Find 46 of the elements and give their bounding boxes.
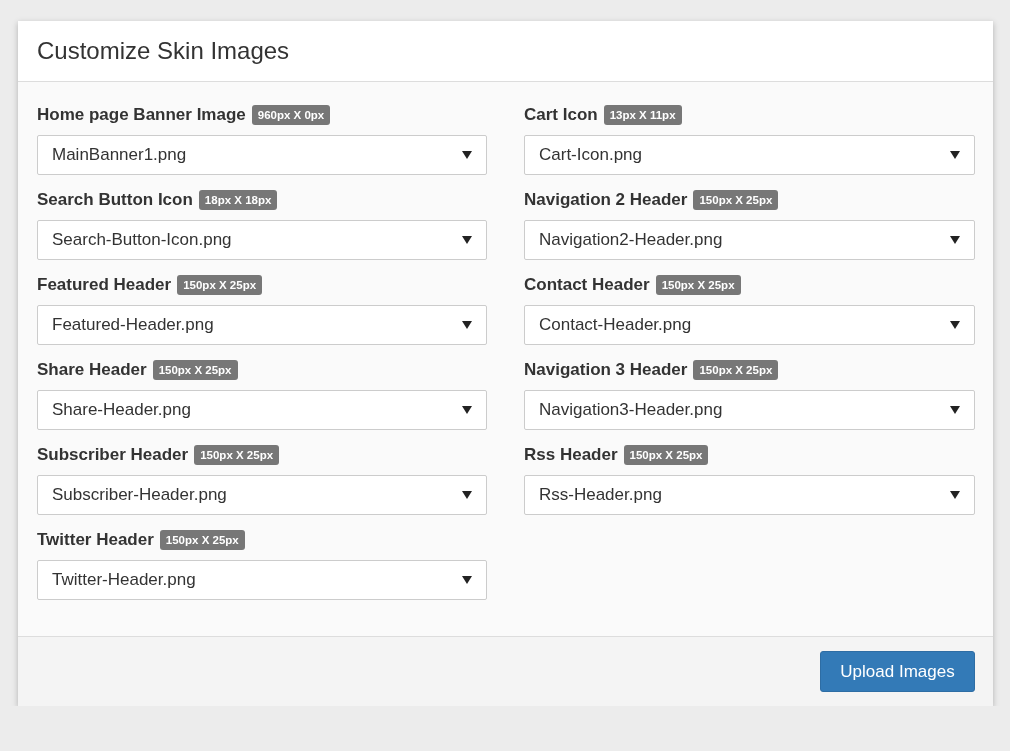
field-label: Home page Banner Image [37,105,246,125]
image-dropdown[interactable]: Navigation2-Header.png [524,220,975,260]
size-badge: 18px X 18px [198,190,278,210]
field-label: Navigation 3 Header [524,360,688,380]
size-badge: 150px X 25px [159,530,245,550]
upload-button[interactable]: Upload Images [820,651,975,692]
caret-icon [950,321,960,329]
image-dropdown[interactable]: Search-Button-Icon.png [37,220,487,260]
caret-icon [462,576,472,584]
field-label: Search Button Icon [37,190,193,210]
image-dropdown[interactable]: Twitter-Header.png [37,560,487,600]
panel-title: Customize Skin Images [37,37,290,65]
field-label: Cart Icon [524,105,598,125]
field-label: Subscriber Header [37,445,189,465]
field-label: Share Header [37,360,147,380]
size-badge: 150px X 25px [194,445,280,465]
caret-icon [462,151,472,159]
image-dropdown[interactable]: Share-Header.png [37,390,487,430]
size-badge: 13px X 11px [603,105,682,125]
image-dropdown[interactable]: Cart-Icon.png [524,135,975,175]
size-badge: 960px X 0px [251,105,331,125]
size-badge: 150px X 25px [177,275,263,295]
field-label: Contact Header [524,275,650,295]
size-badge: 150px X 25px [623,445,709,465]
caret-icon [462,321,472,329]
field-label: Twitter Header [37,530,154,550]
size-badge: 150px X 25px [693,190,779,210]
image-dropdown[interactable]: Subscriber-Header.png [37,475,487,515]
caret-icon [462,236,472,244]
size-badge: 150px X 25px [693,360,779,380]
image-dropdown[interactable]: MainBanner1.png [37,135,487,175]
field-label: Rss Header [524,445,618,465]
image-dropdown[interactable]: Contact-Header.png [524,305,975,345]
field-label: Featured Header [37,275,172,295]
size-badge: 150px X 25px [655,275,741,295]
image-dropdown[interactable]: Navigation3-Header.png [524,390,975,430]
field-label: Navigation 2 Header [524,190,688,210]
size-badge: 150px X 25px [152,360,238,380]
caret-icon [950,491,960,499]
caret-icon [950,406,960,414]
caret-icon [950,151,960,159]
image-dropdown[interactable]: Featured-Header.png [37,305,487,345]
image-dropdown[interactable]: Rss-Header.png [524,475,975,515]
caret-icon [950,236,960,244]
caret-icon [462,491,472,499]
caret-icon [462,406,472,414]
